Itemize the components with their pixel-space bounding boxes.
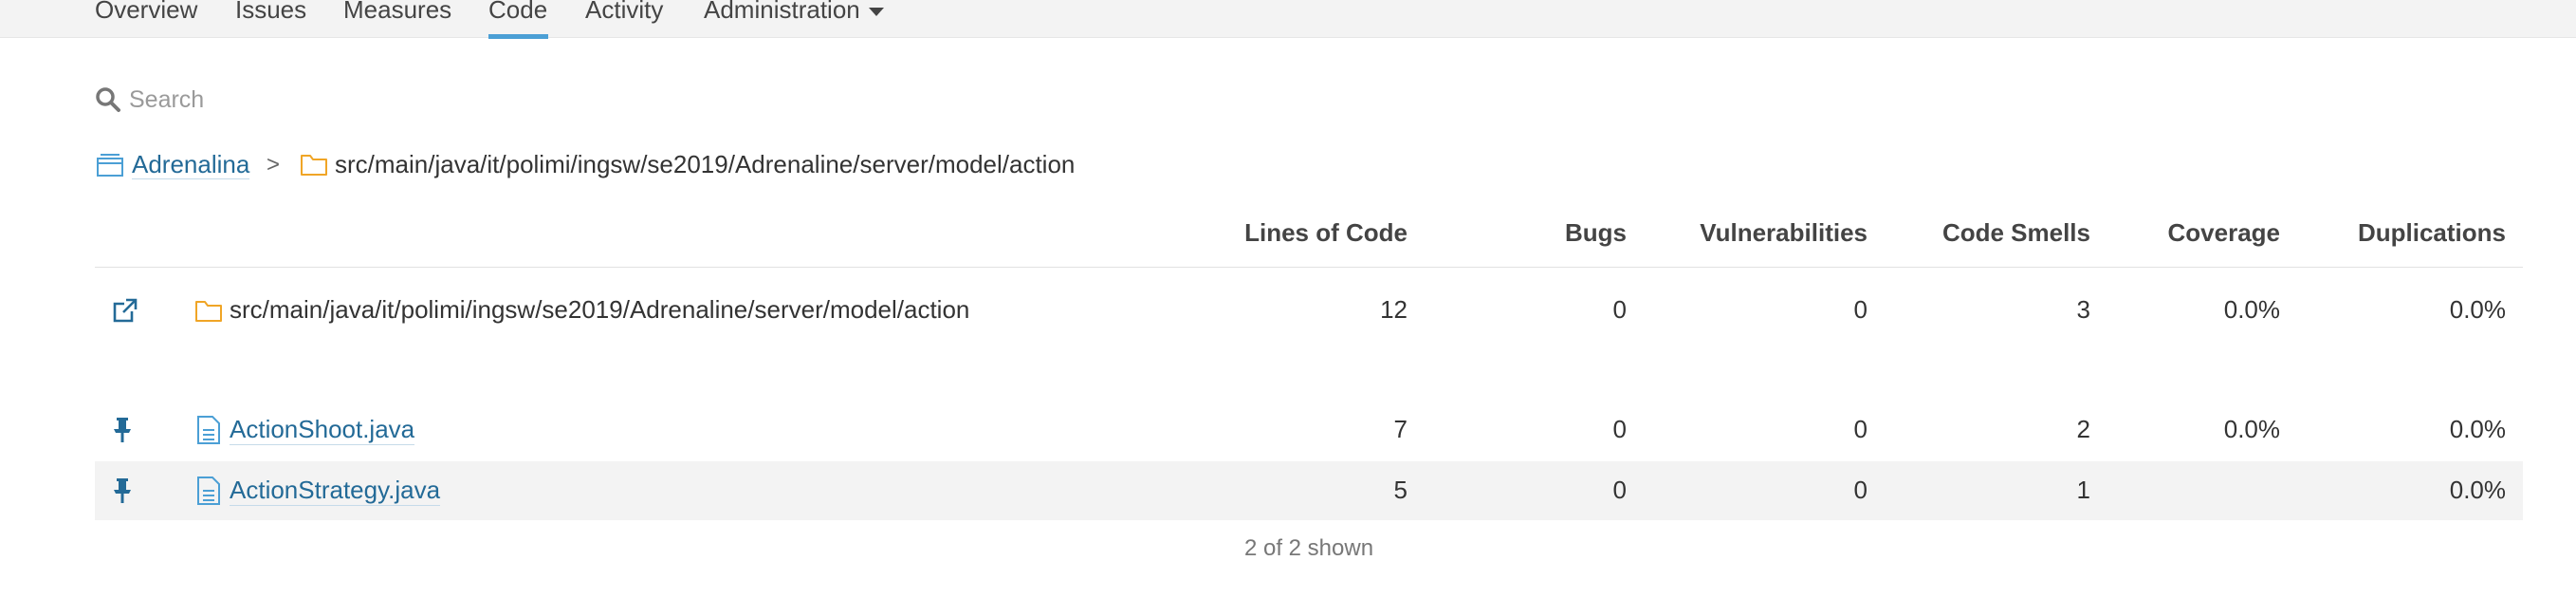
project-icon bbox=[97, 154, 123, 177]
cell-lines-of-code[interactable]: 7 bbox=[1394, 415, 1408, 444]
column-header-coverage[interactable]: Coverage bbox=[2168, 218, 2281, 248]
column-header-vulnerabilities[interactable]: Vulnerabilities bbox=[1700, 218, 1868, 248]
cell-vulnerabilities[interactable]: 0 bbox=[1854, 476, 1868, 505]
file-icon bbox=[197, 477, 220, 505]
cell-lines-of-code[interactable]: 5 bbox=[1394, 476, 1408, 505]
cell-vulnerabilities[interactable]: 0 bbox=[1854, 295, 1868, 325]
cell-duplications[interactable]: 0.0% bbox=[2450, 415, 2506, 444]
header-divider bbox=[95, 267, 2523, 268]
search-icon bbox=[96, 87, 120, 112]
column-header-lines-of-code[interactable]: Lines of Code bbox=[1244, 218, 1408, 248]
cell-duplications[interactable]: 0.0% bbox=[2450, 295, 2506, 325]
cell-lines-of-code[interactable]: 12 bbox=[1380, 295, 1408, 325]
folder-icon bbox=[301, 155, 327, 176]
cell-code-smells[interactable]: 1 bbox=[2077, 476, 2090, 505]
cell-code-smells[interactable]: 3 bbox=[2077, 295, 2090, 325]
pin-icon[interactable] bbox=[111, 417, 134, 443]
shown-count: 2 of 2 shown bbox=[1243, 535, 1374, 561]
tab-issues-label: Issues bbox=[235, 0, 307, 24]
tab-administration-label: Administration bbox=[704, 0, 860, 24]
cell-coverage[interactable]: 0.0% bbox=[2224, 415, 2280, 444]
top-navigation: Overview Issues Measures Code Activity A… bbox=[0, 0, 2576, 39]
breadcrumb-project-link[interactable]: Adrenalina bbox=[132, 150, 250, 179]
table-row-highlight bbox=[95, 461, 2523, 520]
tab-code[interactable]: Code bbox=[488, 0, 548, 39]
folder-icon bbox=[195, 301, 222, 322]
cell-vulnerabilities[interactable]: 0 bbox=[1854, 415, 1868, 444]
column-header-bugs[interactable]: Bugs bbox=[1565, 218, 1627, 248]
breadcrumb-separator: > bbox=[267, 152, 281, 178]
cell-code-smells[interactable]: 2 bbox=[2077, 415, 2090, 444]
file-name-link[interactable]: ActionStrategy.java bbox=[230, 476, 441, 506]
tab-overview-label: Overview bbox=[95, 0, 198, 24]
cell-duplications[interactable]: 0.0% bbox=[2450, 476, 2506, 505]
file-icon bbox=[197, 416, 220, 444]
active-tab-indicator bbox=[488, 34, 548, 39]
column-header-code-smells[interactable]: Code Smells bbox=[1942, 218, 2090, 248]
tab-activity-label: Activity bbox=[585, 0, 664, 24]
cell-bugs[interactable]: 0 bbox=[1613, 476, 1627, 505]
file-name-link[interactable]: ActionShoot.java bbox=[230, 415, 415, 445]
cell-coverage[interactable]: 0.0% bbox=[2224, 295, 2280, 325]
tab-code-label: Code bbox=[488, 0, 548, 24]
cell-bugs[interactable]: 0 bbox=[1613, 295, 1627, 325]
pin-icon[interactable] bbox=[111, 477, 134, 504]
tab-administration[interactable]: Administration bbox=[704, 0, 886, 37]
column-header-duplications[interactable]: Duplications bbox=[2358, 218, 2506, 248]
search-input[interactable] bbox=[129, 84, 698, 116]
directory-name: src/main/java/it/polimi/ingsw/se2019/Adr… bbox=[230, 295, 970, 324]
chevron-down-icon bbox=[869, 8, 884, 16]
open-external-icon[interactable] bbox=[111, 296, 139, 325]
cell-bugs[interactable]: 0 bbox=[1613, 415, 1627, 444]
tab-measures-label: Measures bbox=[343, 0, 452, 24]
breadcrumb-directory: src/main/java/it/polimi/ingsw/se2019/Adr… bbox=[335, 150, 1076, 178]
